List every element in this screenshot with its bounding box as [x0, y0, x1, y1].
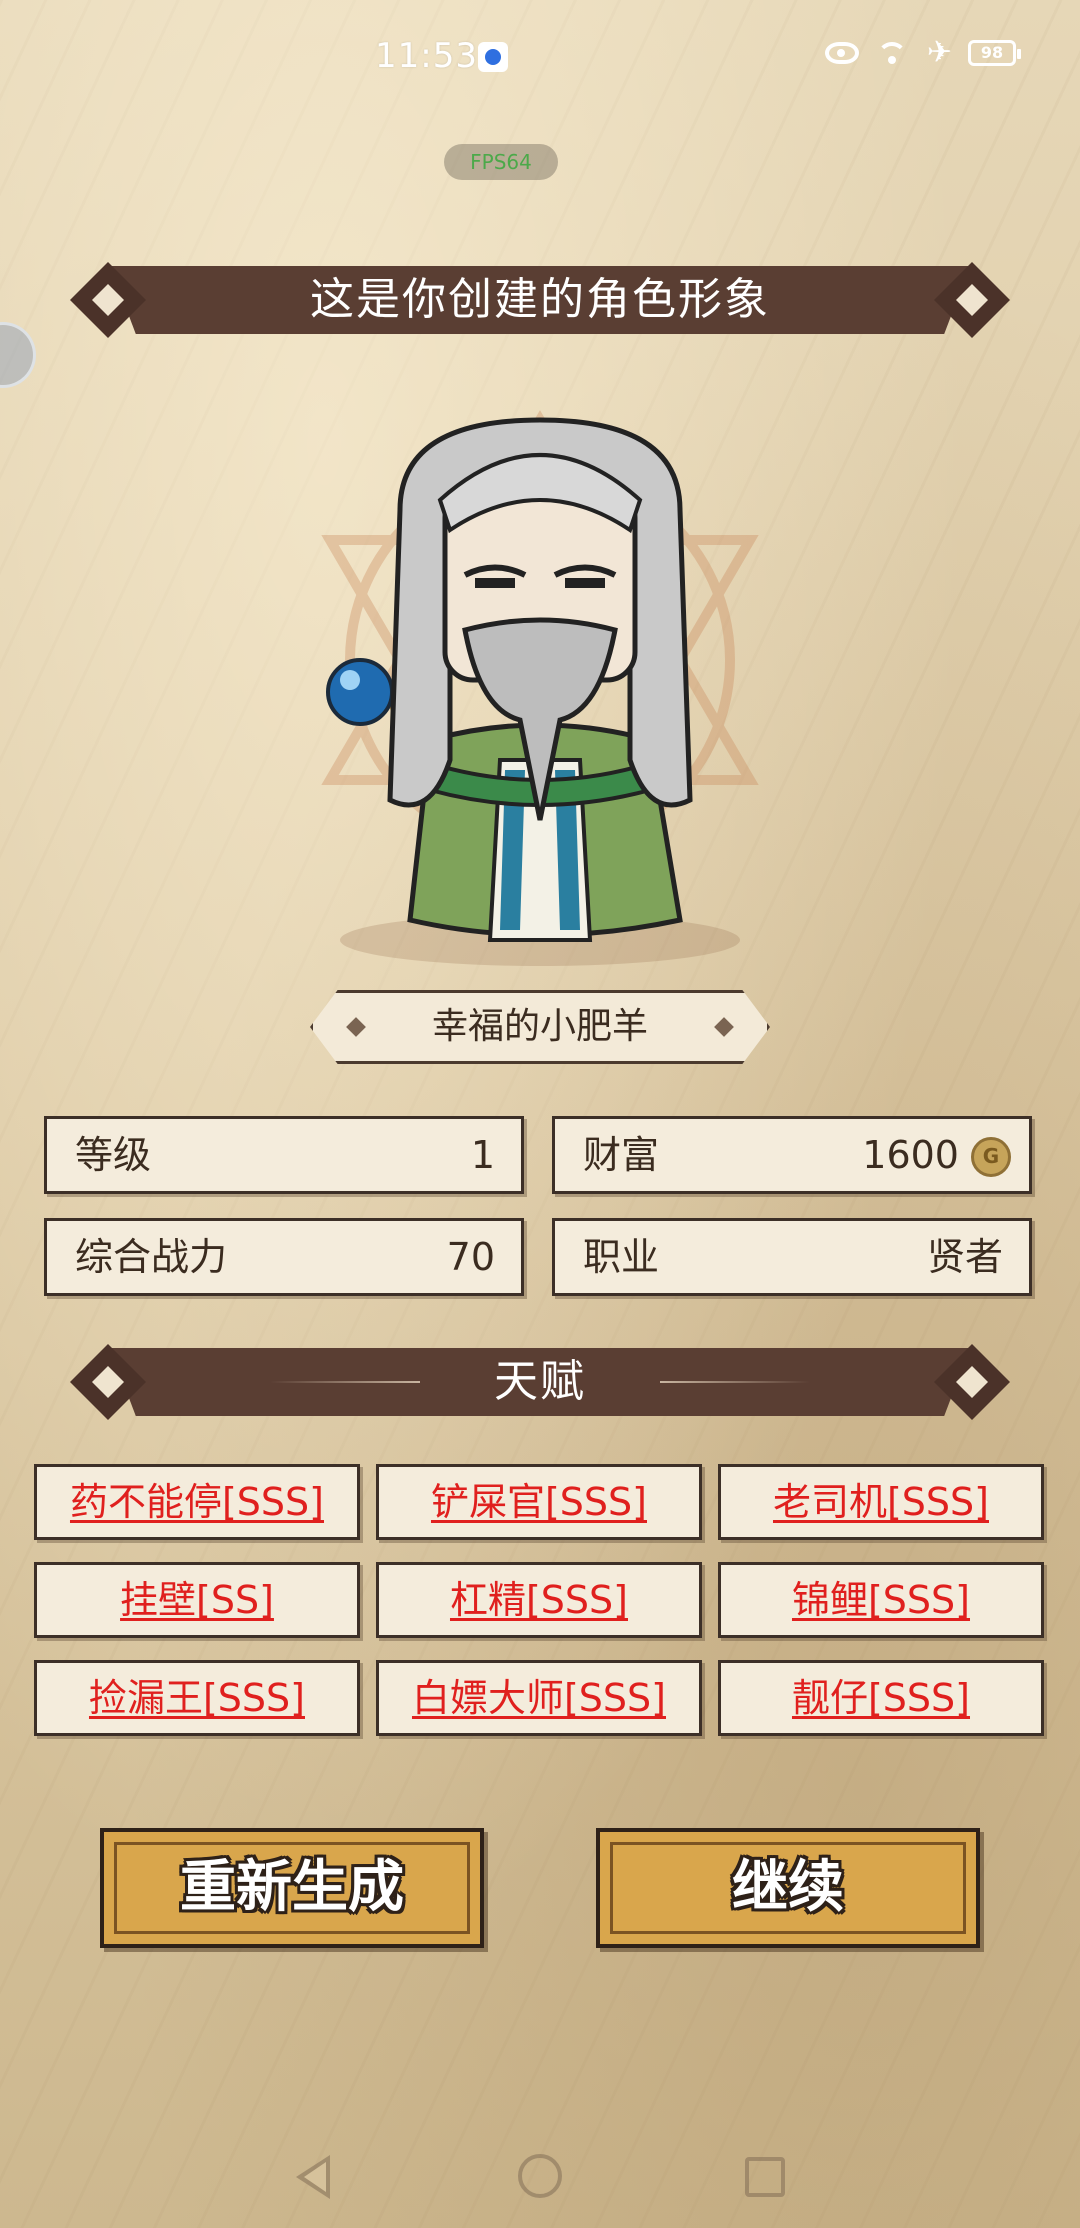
airplane-icon: ✈ — [926, 35, 952, 70]
talents-title: 天赋 — [494, 1356, 586, 1407]
talent-item[interactable]: 挂壁[SS] — [34, 1562, 360, 1638]
stat-power: 综合战力 70 — [44, 1218, 524, 1296]
talent-item[interactable]: 白嫖大师[SSS] — [376, 1660, 702, 1736]
stat-wealth-value: 1600 — [862, 1133, 959, 1177]
stat-job: 职业 贤者 — [552, 1218, 1032, 1296]
talent-item[interactable]: 铲屎官[SSS] — [376, 1464, 702, 1540]
page-title: 这是你创建的角色形象 — [310, 274, 770, 325]
stat-wealth-label: 财富 — [583, 1133, 660, 1177]
talent-item[interactable]: 靓仔[SSS] — [718, 1660, 1044, 1736]
fps-badge: FPS64 — [444, 144, 558, 180]
stat-power-value: 70 — [446, 1235, 495, 1279]
status-time: 11:53 — [375, 36, 478, 76]
talent-item[interactable]: 锦鲤[SSS] — [718, 1562, 1044, 1638]
regenerate-button-label: 重新生成 — [180, 1855, 404, 1920]
stat-power-label: 综合战力 — [75, 1235, 228, 1279]
wifi-icon — [875, 38, 911, 68]
continue-button[interactable]: 继续 — [596, 1828, 980, 1948]
stat-level-value: 1 — [470, 1133, 495, 1177]
stat-level-label: 等级 — [75, 1133, 152, 1177]
eye-icon — [824, 42, 859, 64]
talent-item[interactable]: 老司机[SSS] — [718, 1464, 1044, 1540]
character-name-plate: 幸福的小肥羊 — [310, 990, 770, 1064]
back-icon[interactable] — [296, 2155, 330, 2199]
floating-bubble[interactable] — [0, 322, 36, 388]
regenerate-button[interactable]: 重新生成 — [100, 1828, 484, 1948]
gold-coin-icon — [971, 1137, 1011, 1177]
recents-icon[interactable] — [745, 2157, 785, 2197]
talent-item[interactable]: 药不能停[SSS] — [34, 1464, 360, 1540]
character-portrait — [321, 410, 759, 966]
home-icon[interactable] — [518, 2154, 562, 2198]
header-banner: 这是你创建的角色形象 — [70, 262, 1010, 338]
stat-job-label: 职业 — [583, 1235, 660, 1279]
baidu-icon — [478, 42, 508, 72]
character-name: 幸福的小肥羊 — [431, 1006, 648, 1047]
talents-banner: 天赋 — [70, 1344, 1010, 1420]
status-icons: ✈ 98 — [824, 35, 1021, 70]
stat-wealth: 财富 1600 — [552, 1116, 1032, 1194]
stat-job-value: 贤者 — [926, 1235, 1003, 1279]
battery-icon: 98 — [968, 40, 1021, 66]
continue-button-label: 继续 — [732, 1855, 844, 1920]
talent-item[interactable]: 捡漏王[SSS] — [34, 1660, 360, 1736]
stat-level: 等级 1 — [44, 1116, 524, 1194]
talent-item[interactable]: 杠精[SSS] — [376, 1562, 702, 1638]
